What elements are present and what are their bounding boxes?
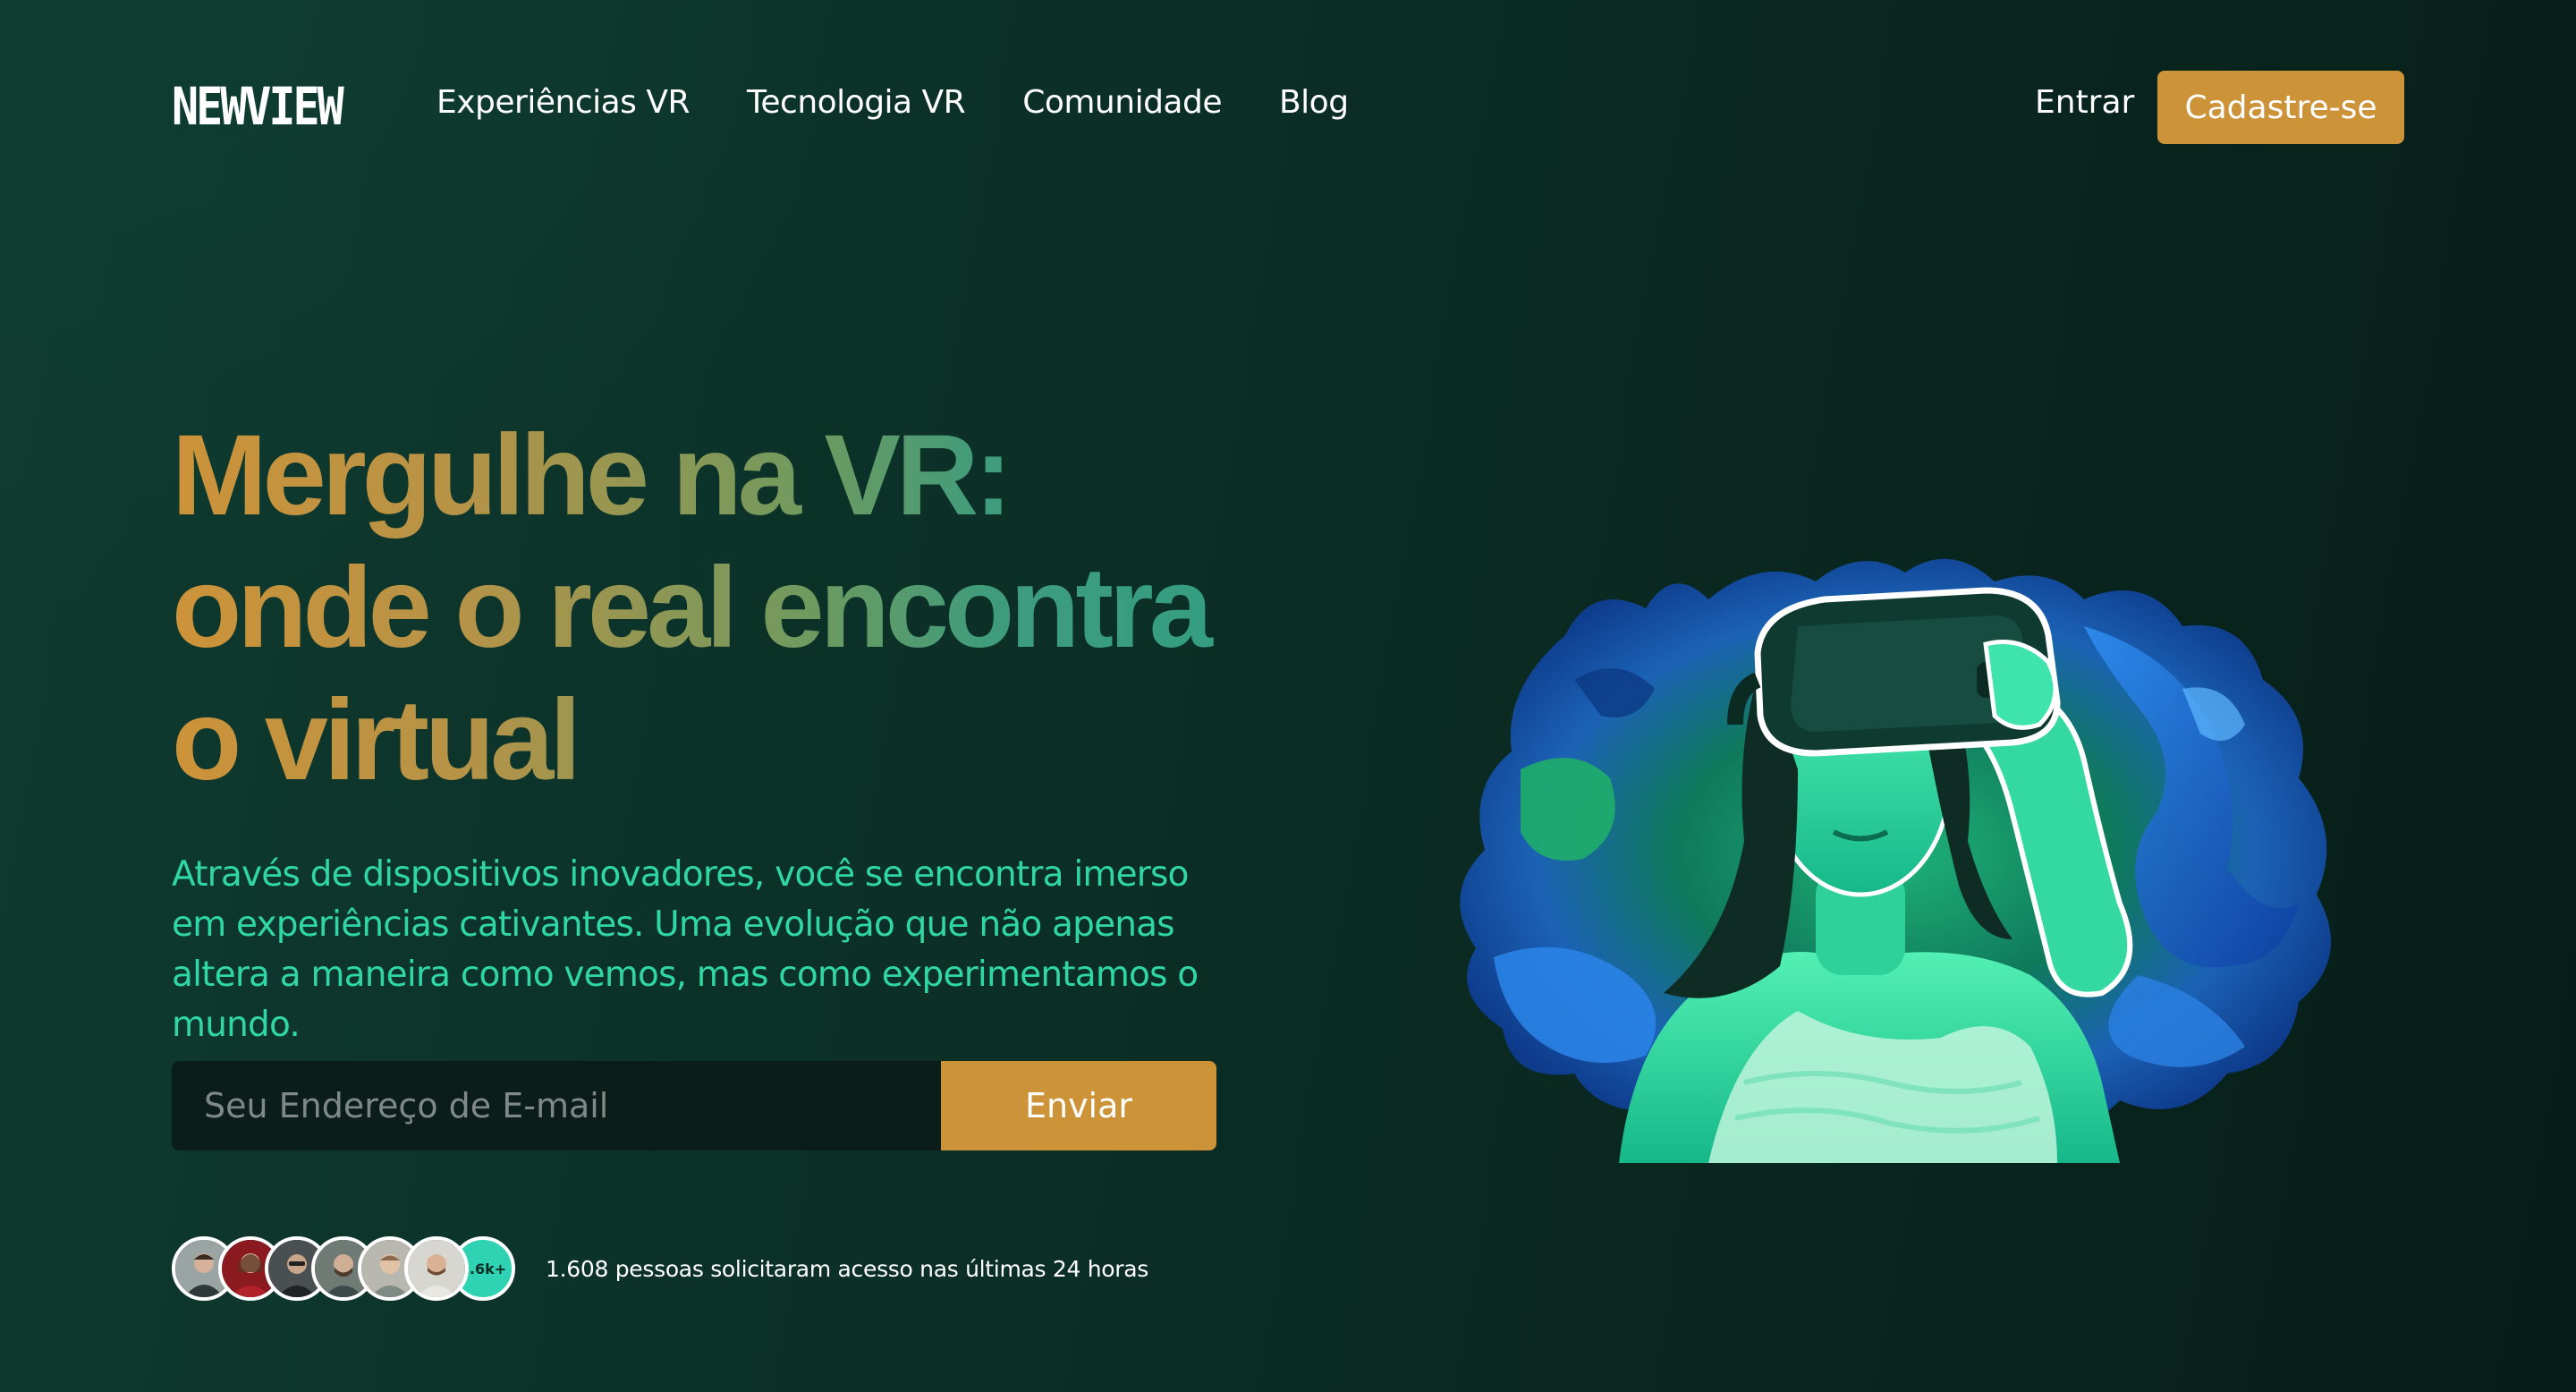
nav-link-vr-experiences[interactable]: Experiências VR <box>436 84 691 121</box>
brand-logo[interactable]: NEWVIEW <box>172 77 344 137</box>
nav-link-community[interactable]: Comunidade <box>1022 84 1222 121</box>
hero-title-line: o virtual <box>172 676 577 804</box>
hero-title-line: onde o real encontra <box>172 544 1208 672</box>
main-nav: Experiências VR Tecnologia VR Comunidade… <box>436 84 1349 121</box>
email-signup-form: Enviar <box>172 1061 1216 1150</box>
login-link[interactable]: Entrar <box>2035 84 2134 121</box>
social-proof-text: 1.608 pessoas solicitaram acesso nas últ… <box>546 1255 1149 1282</box>
nav-link-vr-technology[interactable]: Tecnologia VR <box>747 84 966 121</box>
avatar <box>404 1236 469 1301</box>
hero-subtitle: Através de dispositivos inovadores, você… <box>172 854 1199 1045</box>
hero-title-line: Mergulhe na VR: <box>172 412 1008 539</box>
hero-title: Mergulhe na VR: onde o real encontra o v… <box>172 410 1335 807</box>
social-proof: 1.6k+ 1.608 pessoas solicitaram acesso n… <box>172 1236 1148 1301</box>
signup-button[interactable]: Cadastre-se <box>2157 71 2404 144</box>
email-field[interactable] <box>172 1061 941 1150</box>
submit-button[interactable]: Enviar <box>941 1061 1216 1150</box>
nav-link-blog[interactable]: Blog <box>1279 84 1349 121</box>
top-navbar: NEWVIEW Experiências VR Tecnologia VR Co… <box>0 0 2576 215</box>
vr-headset-woman-image <box>1460 558 2331 1163</box>
avatar-group: 1.6k+ <box>172 1236 515 1301</box>
